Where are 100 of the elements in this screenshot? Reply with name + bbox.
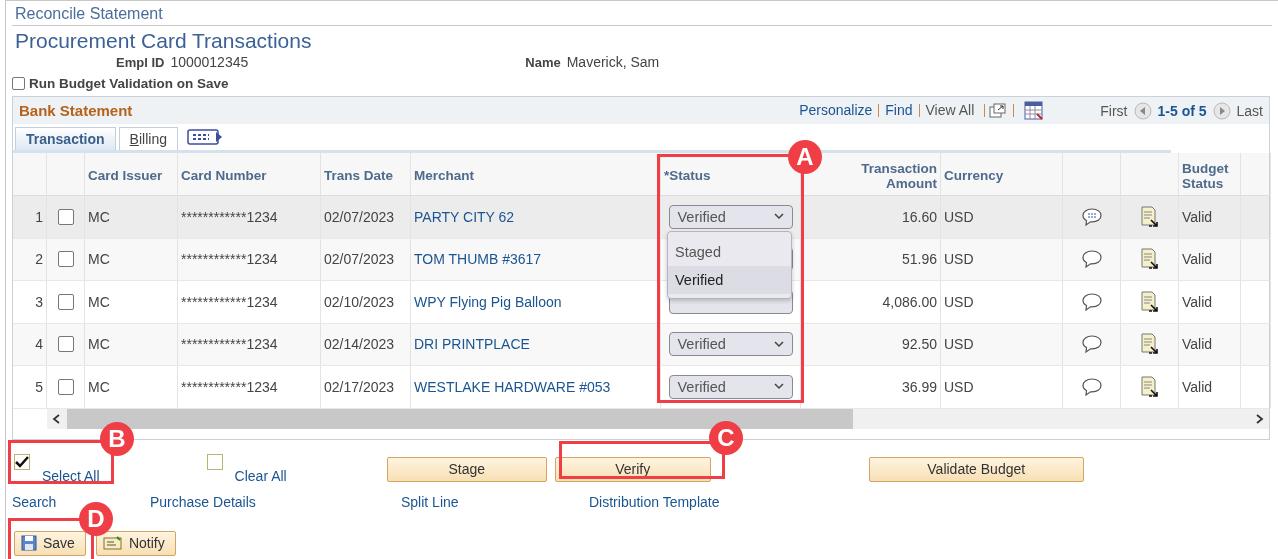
table-cell: ************1234 [181, 378, 278, 395]
table-cell: Valid [1182, 336, 1213, 353]
first-link[interactable]: First [1100, 102, 1128, 119]
action-button[interactable]: Validate Budget [868, 456, 1084, 482]
row-checkbox[interactable] [57, 208, 74, 225]
merchant-link[interactable]: WESTLAKE HARDWARE #053 [414, 378, 611, 395]
grid-title: Bank Statement [19, 102, 133, 119]
tab[interactable]: Transaction [15, 127, 116, 150]
link[interactable]: Purchase Details [150, 493, 401, 518]
merchant-link[interactable]: PARTY CITY 62 [414, 208, 515, 225]
column-header: Transaction Amount [860, 160, 937, 191]
checkbox[interactable] [12, 77, 25, 90]
toolbar-link[interactable]: Personalize [793, 104, 879, 117]
table-cell: 16.60 [901, 208, 937, 225]
row-checkbox[interactable] [57, 251, 74, 268]
table-cell: 02/07/2023 [324, 208, 395, 225]
table-cell: Valid [1182, 378, 1213, 395]
row-number: 5 [35, 378, 43, 395]
document-arrow-icon[interactable] [1139, 375, 1160, 398]
table-cell: 36.99 [901, 378, 937, 395]
table-row[interactable]: 5 MC ************1234 02/17/2023 WESTLAKE HARDWARE #053 Verified 36.99 USD Valid [13, 366, 1269, 409]
row-checkbox[interactable] [57, 336, 74, 353]
field-value: Maverick, Sam [566, 54, 660, 70]
merchant-link[interactable]: TOM THUMB #3617 [414, 251, 542, 268]
breadcrumb-title: Reconcile Statement [12, 1, 1272, 26]
last-link[interactable]: Last [1236, 102, 1263, 119]
table-row[interactable]: 4 MC ************1234 02/14/2023 DRI PRINTPLACE Verified 92.50 USD Valid [13, 323, 1269, 366]
document-arrow-icon[interactable] [1139, 333, 1160, 356]
callout-marker: B [100, 422, 134, 456]
table-cell: 02/14/2023 [324, 336, 395, 353]
dropdown-option[interactable]: Staged [668, 238, 791, 266]
table-cell: MC [88, 336, 110, 353]
link[interactable]: Split Line [401, 493, 589, 518]
column-header: Card Number [181, 168, 267, 183]
status-dropdown[interactable]: Verified [668, 374, 793, 399]
merchant-link[interactable]: WPY Flying Pig Balloon [414, 293, 562, 310]
field-label: Name [525, 54, 561, 70]
callout-marker: A [788, 140, 822, 174]
notify-button[interactable]: Notify [95, 530, 176, 556]
column-header: *Status [664, 168, 711, 183]
comment-icon[interactable] [1080, 334, 1103, 355]
link[interactable]: Clear All [234, 467, 287, 484]
link[interactable]: Select All [42, 467, 100, 484]
table-row[interactable]: 1 MC ************1234 02/07/2023 PARTY CITY 62 Verified 16.60 USD Valid [13, 196, 1269, 239]
column-header: Budget Status [1182, 160, 1230, 191]
status-dropdown[interactable]: Verified [668, 204, 793, 229]
table-cell: 02/07/2023 [324, 251, 395, 268]
row-number: 2 [35, 251, 43, 268]
comment-icon[interactable] [1080, 291, 1103, 312]
table-cell: ************1234 [181, 336, 278, 353]
table-cell: Valid [1182, 251, 1213, 268]
table-cell: 4,086.00 [882, 293, 937, 310]
table-cell: ************1234 [181, 251, 278, 268]
row-number: 4 [35, 336, 43, 353]
row-checkbox[interactable] [57, 293, 74, 310]
popup-window-icon[interactable] [989, 102, 1008, 119]
table-cell: MC [88, 208, 110, 225]
table-cell: USD [944, 336, 974, 353]
document-arrow-icon[interactable] [1139, 290, 1160, 313]
table-cell: MC [88, 293, 110, 310]
column-header: Trans Date [324, 168, 394, 183]
action-button[interactable]: Stage [386, 456, 547, 482]
dropdown-option[interactable]: Verified [668, 266, 791, 294]
comment-icon[interactable] [1080, 249, 1103, 270]
next-icon[interactable] [1212, 101, 1231, 120]
tab[interactable]: Billing [118, 127, 178, 150]
document-arrow-icon[interactable] [1139, 248, 1160, 271]
table-cell: Valid [1182, 293, 1213, 310]
field-label: Empl ID [116, 54, 165, 70]
table-cell: ************1234 [181, 293, 278, 310]
table-cell: MC [88, 378, 110, 395]
comment-icon[interactable] [1080, 376, 1103, 397]
table-cell: Valid [1182, 208, 1213, 225]
table-cell: 02/10/2023 [324, 293, 395, 310]
row-checkbox[interactable] [57, 378, 74, 395]
callout-marker: D [79, 502, 113, 536]
checkbox[interactable] [206, 453, 223, 470]
table-cell: USD [944, 208, 974, 225]
toolbar-link[interactable]: View All [918, 104, 981, 117]
callout-marker: C [709, 421, 743, 455]
save-button[interactable]: Save [14, 530, 86, 556]
comment-icon[interactable] [1080, 206, 1103, 227]
table-cell: 92.50 [901, 336, 937, 353]
column-header: Merchant [414, 168, 474, 183]
merchant-link[interactable]: DRI PRINTPLACE [414, 336, 530, 353]
toolbar-link[interactable]: Find [878, 104, 919, 117]
document-arrow-icon[interactable] [1139, 205, 1160, 228]
column-header: Card Issuer [88, 168, 163, 183]
status-dropdown[interactable]: Verified [668, 332, 793, 357]
note-icon [102, 536, 123, 550]
link[interactable]: Distribution Template [589, 493, 789, 518]
page-range: 1-5 of 5 [1157, 102, 1207, 119]
checkbox[interactable] [14, 453, 30, 470]
chevron-down-icon [773, 340, 784, 348]
spreadsheet-icon[interactable] [1024, 100, 1045, 121]
previous-icon[interactable] [1133, 101, 1152, 120]
table-cell: 02/17/2023 [324, 378, 395, 395]
table-cell: MC [88, 251, 110, 268]
show-all-columns-icon[interactable] [186, 128, 223, 146]
column-header: Currency [944, 168, 1004, 183]
